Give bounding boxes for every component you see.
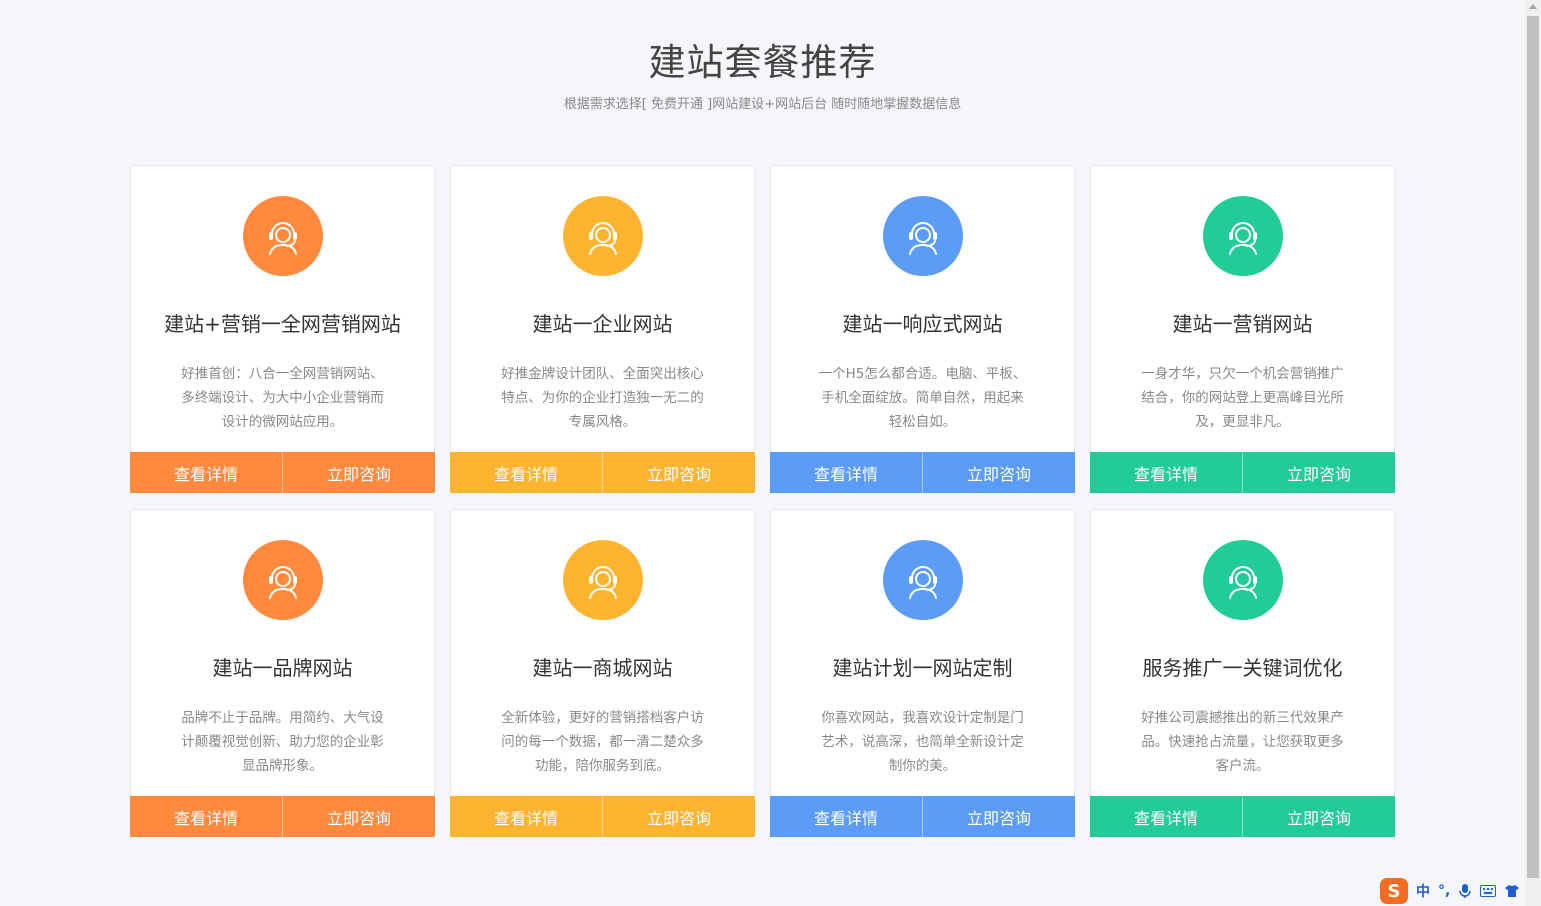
card-title: 建站一品牌网站 xyxy=(212,656,353,680)
consult-now-button[interactable]: 立即咨询 xyxy=(602,452,755,493)
ime-toolbar[interactable]: S 中 °, xyxy=(1380,876,1541,906)
view-details-button[interactable]: 查看详情 xyxy=(450,796,602,837)
package-card: 建站+营销一全网营销网站 好推首创：八合一全网营销网站、多终端设计、为大中小企业… xyxy=(130,165,435,493)
consult-now-button[interactable]: 立即咨询 xyxy=(922,796,1075,837)
icon-circle xyxy=(1203,540,1283,620)
card-actions: 查看详情 立即咨询 xyxy=(770,452,1075,493)
card-title: 建站+营销一全网营销网站 xyxy=(164,312,401,336)
page-subtitle: 根据需求选择[ 免费开通 ]网站建设+网站后台 随时随地掌握数据信息 xyxy=(563,97,962,112)
icon-circle xyxy=(243,196,323,276)
scroll-up-arrow-icon[interactable] xyxy=(1529,4,1537,9)
package-card: 建站一企业网站 好推金牌设计团队、全面突出核心特点、为你的企业打造独一无二的专属… xyxy=(450,165,755,493)
card-title: 服务推广一关键词优化 xyxy=(1142,656,1343,680)
scrollbar-thumb[interactable] xyxy=(1527,16,1539,878)
package-card: 服务推广一关键词优化 好推公司震撼推出的新三代效果产品。快速抢占流量，让您获取更… xyxy=(1090,509,1395,837)
page-title: 建站套餐推荐 xyxy=(648,41,877,84)
consult-now-button[interactable]: 立即咨询 xyxy=(922,452,1075,493)
view-details-button[interactable]: 查看详情 xyxy=(770,796,922,837)
customer-service-icon xyxy=(1222,215,1264,257)
card-description: 一个H5怎么都合适。电脑、平板、手机全面绽放。简单自然，用起来轻松自如。 xyxy=(818,366,1027,430)
card-description: 好推首创：八合一全网营销网站、多终端设计、为大中小企业营销而设计的微网站应用。 xyxy=(181,366,384,430)
card-description: 全新体验，更好的营销搭档客户访问的每一个数据，都一清二楚众多功能，陪你服务到底。 xyxy=(501,710,704,774)
package-card: 建站一营销网站 一身才华，只欠一个机会营销推广结合，你的网站登上更高峰目光所及，… xyxy=(1090,165,1395,493)
microphone-icon[interactable] xyxy=(1458,883,1472,899)
consult-now-button[interactable]: 立即咨询 xyxy=(282,796,435,837)
card-title: 建站一企业网站 xyxy=(532,312,673,336)
package-card: 建站一商城网站 全新体验，更好的营销搭档客户访问的每一个数据，都一清二楚众多功能… xyxy=(450,509,755,837)
card-actions: 查看详情 立即咨询 xyxy=(1090,796,1395,837)
customer-service-icon xyxy=(262,215,304,257)
customer-service-icon xyxy=(902,215,944,257)
card-title: 建站一响应式网站 xyxy=(842,312,1003,336)
view-details-button[interactable]: 查看详情 xyxy=(130,796,282,837)
card-title: 建站一商城网站 xyxy=(532,656,673,680)
customer-service-icon xyxy=(582,215,624,257)
card-actions: 查看详情 立即咨询 xyxy=(130,452,435,493)
card-description: 好推公司震撼推出的新三代效果产品。快速抢占流量，让您获取更多客户流。 xyxy=(1141,710,1344,774)
customer-service-icon xyxy=(262,559,304,601)
ime-lang-toggle[interactable]: 中 xyxy=(1416,881,1430,901)
consult-now-button[interactable]: 立即咨询 xyxy=(1242,452,1395,493)
icon-circle xyxy=(243,540,323,620)
card-actions: 查看详情 立即咨询 xyxy=(450,452,755,493)
package-card: 建站计划一网站定制 你喜欢网站，我喜欢设计定制是门艺术，说高深，也简单全新设计定… xyxy=(770,509,1075,837)
card-description: 好推金牌设计团队、全面突出核心特点、为你的企业打造独一无二的专属风格。 xyxy=(501,366,704,430)
vertical-scrollbar[interactable] xyxy=(1525,0,1541,906)
customer-service-icon xyxy=(1222,559,1264,601)
card-description: 你喜欢网站，我喜欢设计定制是门艺术，说高深，也简单全新设计定制你的美。 xyxy=(821,710,1024,774)
sogou-logo-icon[interactable]: S xyxy=(1380,878,1408,904)
page: 建站套餐推荐 根据需求选择[ 免费开通 ]网站建设+网站后台 随时随地掌握数据信… xyxy=(0,0,1541,906)
icon-circle xyxy=(563,196,643,276)
view-details-button[interactable]: 查看详情 xyxy=(770,452,922,493)
icon-circle xyxy=(1203,196,1283,276)
customer-service-icon xyxy=(902,559,944,601)
keyboard-icon[interactable] xyxy=(1480,885,1497,897)
card-description: 一身才华，只欠一个机会营销推广结合，你的网站登上更高峰目光所及，更显非凡。 xyxy=(1141,366,1344,430)
icon-circle xyxy=(883,540,963,620)
card-actions: 查看详情 立即咨询 xyxy=(1090,452,1395,493)
consult-now-button[interactable]: 立即咨询 xyxy=(282,452,435,493)
card-actions: 查看详情 立即咨询 xyxy=(130,796,435,837)
card-description: 品牌不止于品牌。用简约、大气设计颠覆视觉创新、助力您的企业彰显品牌形象。 xyxy=(181,710,384,774)
view-details-button[interactable]: 查看详情 xyxy=(130,452,282,493)
view-details-button[interactable]: 查看详情 xyxy=(450,452,602,493)
view-details-button[interactable]: 查看详情 xyxy=(1090,796,1242,837)
ime-punct-toggle[interactable]: °, xyxy=(1438,883,1450,899)
card-actions: 查看详情 立即咨询 xyxy=(450,796,755,837)
consult-now-button[interactable]: 立即咨询 xyxy=(602,796,755,837)
customer-service-icon xyxy=(582,559,624,601)
card-actions: 查看详情 立即咨询 xyxy=(770,796,1075,837)
package-card: 建站一品牌网站 品牌不止于品牌。用简约、大气设计颠覆视觉创新、助力您的企业彰显品… xyxy=(130,509,435,837)
package-card: 建站一响应式网站 一个H5怎么都合适。电脑、平板、手机全面绽放。简单自然，用起来… xyxy=(770,165,1075,493)
card-title: 建站一营销网站 xyxy=(1172,312,1313,336)
shirt-icon[interactable] xyxy=(1504,884,1520,898)
icon-circle xyxy=(883,196,963,276)
package-grid: 建站+营销一全网营销网站 好推首创：八合一全网营销网站、多终端设计、为大中小企业… xyxy=(130,165,1395,837)
icon-circle xyxy=(563,540,643,620)
consult-now-button[interactable]: 立即咨询 xyxy=(1242,796,1395,837)
view-details-button[interactable]: 查看详情 xyxy=(1090,452,1242,493)
card-title: 建站计划一网站定制 xyxy=(832,656,1013,680)
